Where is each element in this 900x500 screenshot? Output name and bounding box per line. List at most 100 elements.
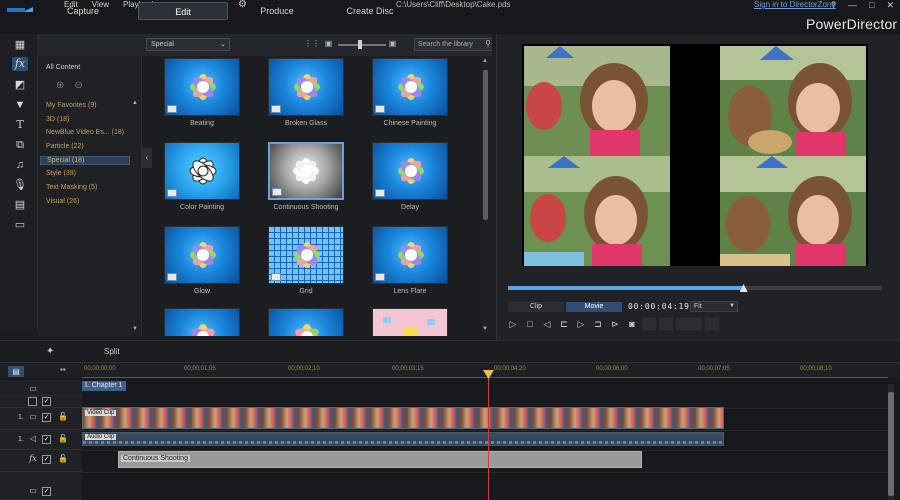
preview-timecode[interactable]: 00:00:04:19: [628, 302, 690, 311]
media-room-icon[interactable]: ▦: [12, 38, 28, 52]
category-all-content[interactable]: All Content: [46, 64, 80, 71]
category-item[interactable]: 3D (18): [46, 116, 69, 123]
volume-icon[interactable]: [642, 318, 656, 330]
track-enable-checkbox[interactable]: ✓: [42, 455, 51, 464]
effect-label: Chinese Painting: [383, 120, 437, 127]
tab-capture[interactable]: Capture: [48, 2, 118, 20]
effect-clip[interactable]: Continuous Shooting: [118, 451, 642, 468]
scroll-thumb[interactable]: [483, 70, 488, 220]
title-room-icon[interactable]: T: [12, 118, 28, 132]
next-icon[interactable]: ⊐: [591, 318, 605, 330]
effect-tile[interactable]: Chinese Painting: [364, 58, 456, 127]
zoom-out-icon[interactable]: ▣: [324, 39, 333, 48]
add-tag-icon[interactable]: ⊕: [56, 80, 64, 91]
lock-icon[interactable]: 🔓: [58, 412, 68, 422]
voice-over-icon[interactable]: 🎙: [12, 178, 28, 192]
track-enable-checkbox[interactable]: ✓: [42, 487, 51, 496]
category-actions: ⊕ ⊖: [56, 80, 83, 91]
split-button[interactable]: Split: [104, 347, 120, 356]
undock-icon[interactable]: [676, 318, 702, 330]
scroll-down-icon[interactable]: ▼: [132, 326, 138, 332]
effects-scrollbar[interactable]: ▲ ▼: [482, 56, 490, 336]
tab-create-disc[interactable]: Create Disc: [334, 2, 406, 20]
movie-mode-button[interactable]: Movie: [566, 302, 622, 312]
track-checkbox[interactable]: [28, 397, 37, 406]
audio-clip[interactable]: Audio Clip: [82, 432, 724, 446]
effect-tile[interactable]: [260, 308, 352, 336]
grid-view-icon[interactable]: ⋮⋮: [304, 39, 320, 48]
chapter-marker[interactable]: 1. Chapter 1: [82, 381, 126, 391]
clip-mode-button[interactable]: Clip: [508, 302, 564, 312]
effect-tile[interactable]: [364, 308, 456, 336]
category-item-selected[interactable]: Special (18): [40, 156, 130, 165]
fullscreen-icon[interactable]: [705, 318, 719, 330]
pip-room-icon[interactable]: ◩: [12, 78, 28, 92]
audio-mixing-icon[interactable]: ♫: [12, 158, 28, 172]
scroll-down-icon[interactable]: ▼: [482, 326, 488, 332]
category-item[interactable]: Style (39): [46, 170, 76, 177]
chapter-room-icon[interactable]: ▤: [12, 198, 28, 212]
snapshot-icon[interactable]: ◙: [625, 318, 639, 330]
fast-forward-icon[interactable]: ⊳: [608, 318, 622, 330]
category-scrollbar[interactable]: ▲ ▼: [132, 70, 138, 336]
library-search-input[interactable]: Search the library ⚲: [414, 38, 492, 51]
effect-tile[interactable]: Color Painting: [156, 142, 248, 211]
category-item[interactable]: Text Masking (5): [46, 184, 97, 191]
category-item[interactable]: My Favorites (9): [46, 102, 97, 109]
magic-tools-icon[interactable]: ✦: [46, 346, 54, 357]
effect-thumbnail: [164, 142, 240, 200]
help-icon[interactable]: ?: [831, 0, 836, 10]
dual-preview-icon[interactable]: [659, 318, 673, 330]
effect-tile[interactable]: Beating: [156, 58, 248, 127]
search-icon[interactable]: ⚲: [485, 38, 491, 49]
preview-frame: [524, 156, 670, 266]
minimize-icon[interactable]: —: [848, 0, 857, 10]
lock-icon[interactable]: 🔓: [58, 454, 68, 464]
timeline-playhead[interactable]: [488, 370, 489, 500]
previous-icon[interactable]: ⊏: [557, 318, 571, 330]
effect-tile[interactable]: Grid: [260, 226, 352, 295]
track-enable-checkbox[interactable]: ✓: [42, 435, 51, 444]
effect-tile[interactable]: Glow: [156, 226, 248, 295]
effect-tile[interactable]: Delay: [364, 142, 456, 211]
timeline-view-icon[interactable]: ▤: [8, 366, 24, 377]
girl-photo: [524, 46, 670, 156]
tab-produce[interactable]: Produce: [242, 2, 312, 20]
storyboard-view-icon[interactable]: ▪▪: [60, 365, 66, 374]
transition-room-icon[interactable]: ⧉: [12, 138, 28, 152]
scroll-up-icon[interactable]: ▲: [132, 100, 138, 106]
zoom-in-icon[interactable]: ▣: [388, 39, 397, 48]
track-enable-checkbox[interactable]: ✓: [42, 413, 51, 422]
subtitle-room-icon[interactable]: ▭: [12, 218, 28, 232]
scroll-thumb[interactable]: [888, 392, 894, 496]
thumbnail-size-slider[interactable]: [338, 44, 386, 46]
maximize-icon[interactable]: □: [869, 0, 874, 10]
category-item[interactable]: Visual (26): [46, 198, 79, 205]
effect-tile[interactable]: Broken Glass: [260, 58, 352, 127]
category-dropdown[interactable]: Special ⌄: [146, 38, 230, 51]
play-icon[interactable]: ▷: [506, 318, 520, 330]
effect-tile[interactable]: Lens Flare: [364, 226, 456, 295]
thumbnail-size-handle[interactable]: [358, 40, 362, 49]
zoom-fit-dropdown[interactable]: Fit ▼: [690, 301, 738, 312]
preview-scrub-bar[interactable]: [508, 286, 882, 290]
collapse-panel-button[interactable]: ‹: [142, 148, 152, 168]
effect-tile-selected[interactable]: Continuous Shooting: [260, 142, 352, 211]
category-item[interactable]: Particle (22): [46, 143, 84, 150]
lock-icon[interactable]: 🔓: [58, 434, 68, 444]
close-icon[interactable]: ✕: [886, 0, 894, 10]
next-frame-icon[interactable]: ▷: [574, 318, 588, 330]
category-item[interactable]: NewBlue Video Es... (18): [46, 129, 124, 136]
signin-link[interactable]: Sign in to DirectorZone: [754, 0, 836, 10]
remove-tag-icon[interactable]: ⊖: [74, 80, 82, 91]
effect-tile[interactable]: [156, 308, 248, 336]
stop-icon[interactable]: □: [523, 318, 537, 330]
video-clip[interactable]: Video Clip: [82, 407, 724, 429]
fx-room-icon[interactable]: fx: [12, 57, 28, 71]
timeline-scrollbar[interactable]: [888, 384, 894, 500]
tab-edit[interactable]: Edit: [138, 2, 228, 20]
particle-room-icon[interactable]: ▼: [12, 98, 28, 112]
track-enable-checkbox[interactable]: ✓: [42, 397, 51, 406]
previous-frame-icon[interactable]: ◁: [540, 318, 554, 330]
scroll-up-icon[interactable]: ▲: [482, 58, 488, 64]
